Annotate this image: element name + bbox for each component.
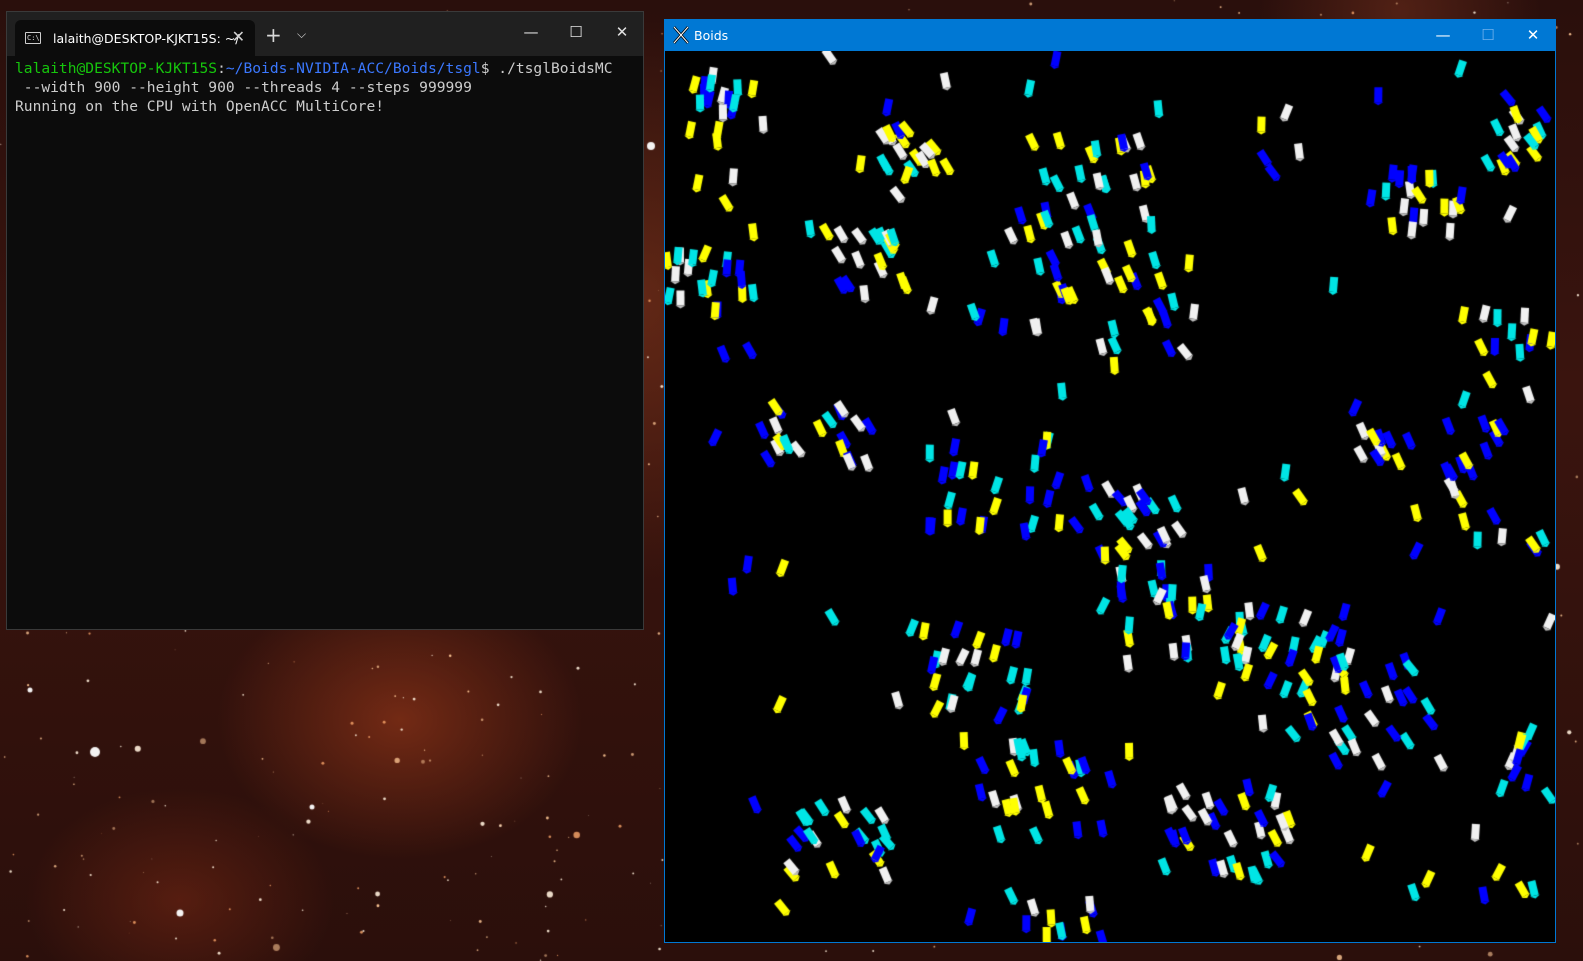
boids-window[interactable]: Boids — ☐ ✕ <box>664 19 1556 943</box>
x-app-icon <box>673 26 689 44</box>
prompt-path: ~/Boids-NVIDIA-ACC/Boids/tsgl <box>225 60 481 77</box>
boids-titlebar[interactable]: Boids — ☐ ✕ <box>665 20 1555 51</box>
terminal-titlebar[interactable]: C:\ lalaith@DESKTOP-KJKT15S: ~/ ✕ + ⌵ — … <box>7 12 643 56</box>
close-button[interactable]: ✕ <box>1518 25 1548 45</box>
close-button[interactable]: ✕ <box>610 22 634 42</box>
terminal-icon: C:\ <box>25 32 41 44</box>
prompt-symbol: $ <box>480 60 490 77</box>
tab-title: lalaith@DESKTOP-KJKT15S: ~/ <box>53 30 240 46</box>
chevron-down-icon[interactable]: ⌵ <box>297 27 306 42</box>
window-title: Boids <box>694 28 729 43</box>
prompt-separator: : <box>217 60 226 77</box>
maximize-button: ☐ <box>1481 26 1495 44</box>
output-line: Running on the CPU with OpenACC MultiCor… <box>15 98 385 115</box>
maximize-button[interactable]: ☐ <box>564 22 588 42</box>
terminal-window[interactable]: C:\ lalaith@DESKTOP-KJKT15S: ~/ ✕ + ⌵ — … <box>6 11 644 630</box>
boids-simulation-canvas[interactable] <box>665 51 1555 942</box>
prompt-user: lalaith@DESKTOP-KJKT15S <box>15 60 218 77</box>
command-continuation: --width 900 --height 900 --threads 4 --s… <box>15 79 472 96</box>
minimize-button[interactable]: — <box>1428 25 1458 45</box>
new-tab-button[interactable]: + <box>265 25 282 45</box>
minimize-button[interactable]: — <box>519 22 543 42</box>
terminal-tab[interactable]: C:\ lalaith@DESKTOP-KJKT15S: ~/ ✕ <box>15 20 255 56</box>
command-text: ./tsglBoidsMC <box>489 60 613 77</box>
tab-close-icon[interactable]: ✕ <box>232 28 245 46</box>
terminal-output[interactable]: lalaith@DESKTOP-KJKT15S:~/Boids-NVIDIA-A… <box>15 59 635 116</box>
